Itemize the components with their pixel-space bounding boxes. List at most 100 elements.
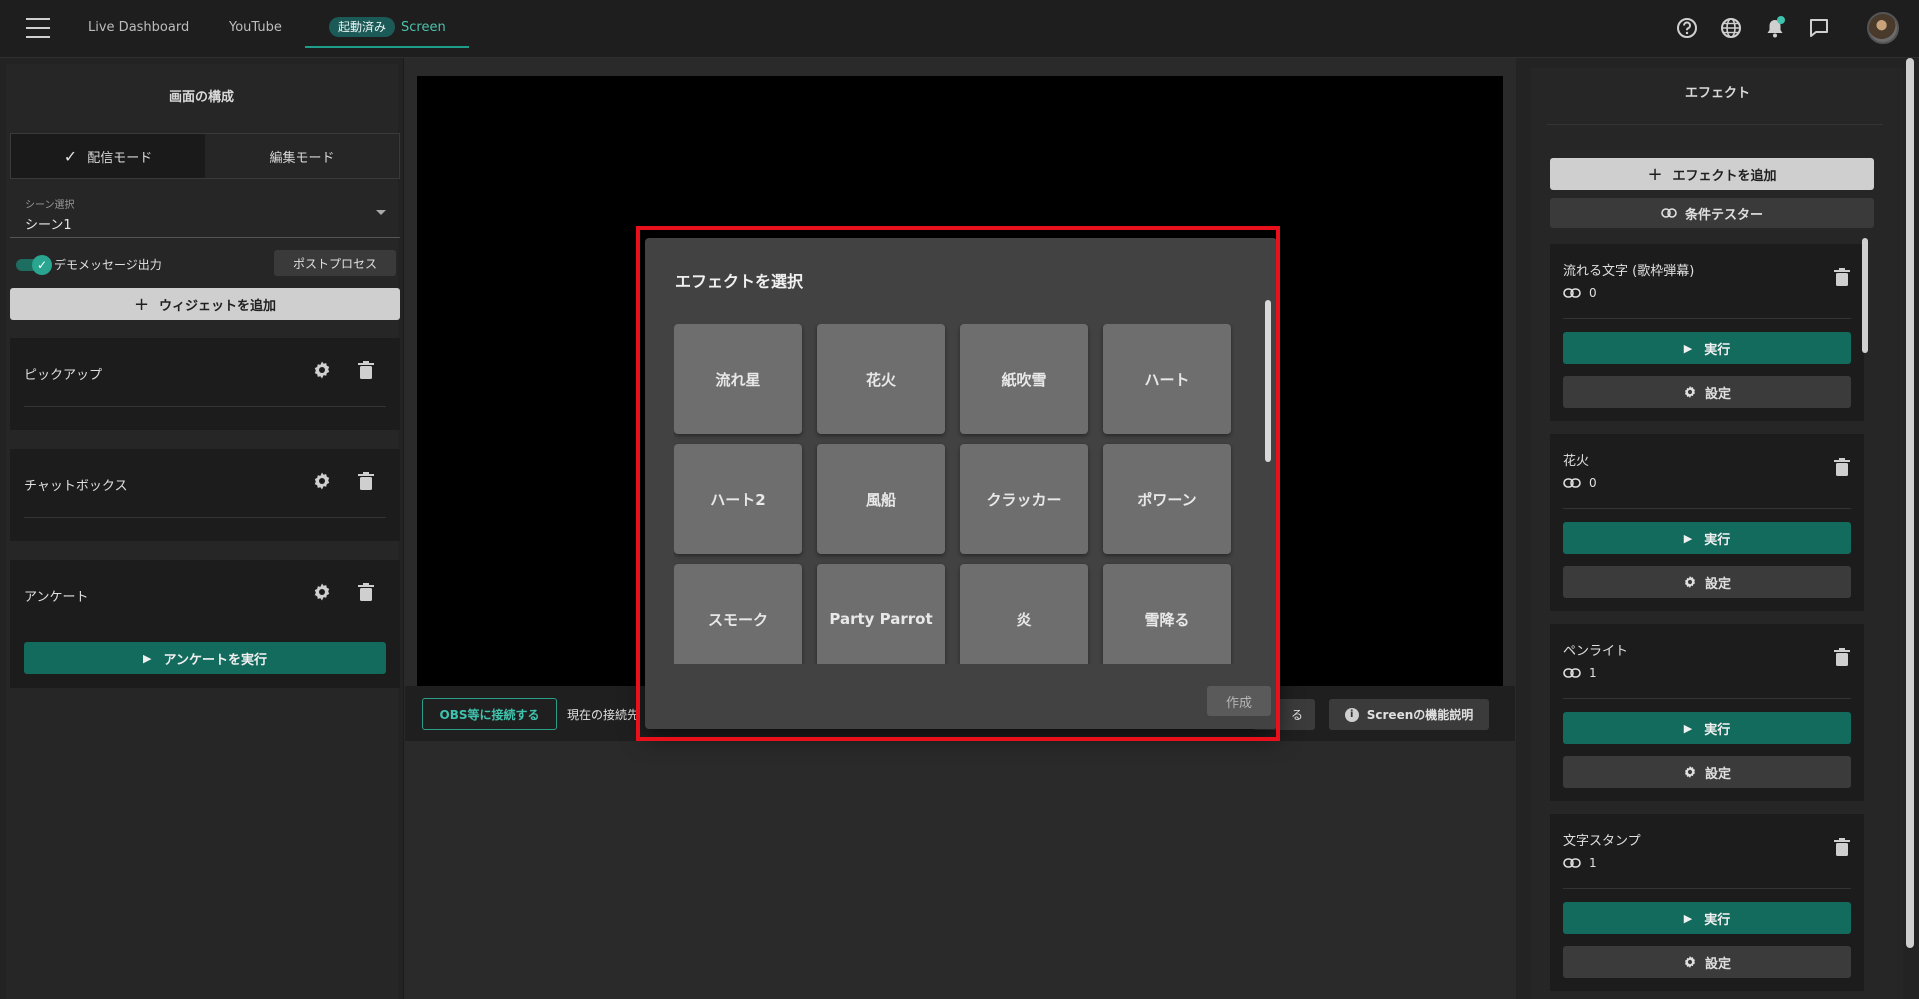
play-icon: ▶ (1683, 721, 1693, 735)
mode-toggle: ✓ 配信モード 編集モード (10, 133, 400, 179)
panel-title: 画面の構成 (168, 90, 234, 105)
gear-icon (1683, 955, 1697, 969)
top-bar: Live Dashboard YouTube 起動済み Screen (0, 0, 1919, 58)
gear-icon[interactable] (310, 358, 334, 382)
trash-icon[interactable] (354, 580, 378, 604)
effect-card: 花火 0 ▶ 実行 設定 (1550, 434, 1864, 611)
notification-dot (1777, 16, 1785, 24)
add-widget-button[interactable]: + ウィジェットを追加 (10, 288, 400, 320)
feedback-chat-icon[interactable] (1805, 14, 1833, 42)
effect-count-value: 0 (1589, 476, 1597, 490)
effect-settings-button[interactable]: 設定 (1563, 566, 1851, 598)
broadcast-mode-button[interactable]: ✓ 配信モード (11, 134, 205, 178)
link-icon (1661, 208, 1677, 218)
effect-divider (1563, 318, 1851, 319)
effect-settings-button[interactable]: 設定 (1563, 946, 1851, 978)
gear-icon[interactable] (310, 469, 334, 493)
link-icon (1563, 288, 1581, 298)
effect-settings-button[interactable]: 設定 (1563, 756, 1851, 788)
effect-link-count: 1 (1563, 666, 1597, 680)
effect-settings-button[interactable]: 設定 (1563, 376, 1851, 408)
postprocess-button[interactable]: ポストプロセス (274, 250, 396, 276)
tab-screen-label: Screen (401, 20, 446, 35)
trash-icon[interactable] (354, 358, 378, 382)
effect-link-count: 0 (1563, 476, 1597, 490)
play-icon: ▶ (1683, 341, 1693, 355)
gear-icon (1683, 385, 1697, 399)
widget-card: アンケート ▶ アンケートを実行 (10, 560, 400, 688)
globe-icon[interactable] (1717, 14, 1745, 42)
add-effect-button[interactable]: + エフェクトを追加 (1550, 158, 1874, 190)
trash-icon[interactable] (354, 469, 378, 493)
gear-icon[interactable] (310, 580, 334, 604)
run-survey-label: アンケートを実行 (163, 652, 267, 668)
running-badge: 起動済み (329, 17, 396, 37)
effect-card: 流れる文字 (歌枠弾幕) 0 ▶ 実行 設定 (1550, 244, 1864, 421)
demo-message-toggle[interactable]: ✓ (14, 255, 52, 275)
widget-divider (24, 517, 386, 518)
link-icon (1563, 858, 1581, 868)
check-icon: ✓ (32, 255, 52, 275)
run-effect-label: 実行 (1704, 722, 1731, 738)
run-effect-label: 実行 (1704, 912, 1731, 928)
effect-divider (1563, 888, 1851, 889)
plus-icon: + (1647, 163, 1663, 185)
effects-title: エフェクト (1684, 86, 1750, 101)
trash-icon[interactable] (1834, 648, 1850, 670)
condition-tester-button[interactable]: 条件テスター (1550, 198, 1874, 228)
gear-icon (1683, 575, 1697, 589)
effect-divider (1563, 698, 1851, 699)
widget-card: ピックアップ (10, 338, 400, 430)
tab-live-dashboard[interactable]: Live Dashboard (88, 0, 189, 48)
effect-name: 流れる文字 (歌枠弾幕) (1563, 264, 1695, 279)
effect-card: ペンライト 1 ▶ 実行 設定 (1550, 624, 1864, 801)
effect-settings-label: 設定 (1704, 766, 1731, 782)
trash-icon[interactable] (1834, 268, 1850, 290)
help-icon[interactable] (1673, 14, 1701, 42)
run-effect-button[interactable]: ▶ 実行 (1563, 902, 1851, 934)
link-icon (1563, 668, 1581, 678)
run-effect-label: 実行 (1704, 532, 1731, 548)
connection-status-text: 現在の接続先 (567, 708, 640, 722)
effect-link-count: 1 (1563, 856, 1597, 870)
effect-count-value: 0 (1589, 286, 1597, 300)
scene-select[interactable]: シーン選択 シーン1 (10, 188, 400, 238)
screen-guide-label: Screenの機能説明 (1366, 708, 1474, 722)
add-widget-label: ウィジェットを追加 (159, 298, 277, 314)
edit-mode-label: 編集モード (269, 150, 335, 166)
edit-mode-button[interactable]: 編集モード (205, 134, 399, 178)
scene-select-value: シーン1 (25, 218, 72, 233)
effect-settings-label: 設定 (1704, 386, 1731, 402)
effect-list-scrollbar[interactable] (1862, 238, 1868, 353)
hamburger-menu-icon[interactable] (26, 18, 50, 38)
run-effect-label: 実行 (1704, 342, 1731, 358)
effects-panel: エフェクト + エフェクトを追加 条件テスター 流れる文字 (歌枠弾幕) 0 ▶ 実… (1516, 58, 1919, 999)
notification-bell-icon[interactable] (1761, 14, 1789, 42)
screen-guide-button[interactable]: i Screenの機能説明 (1329, 699, 1489, 730)
effect-name: ペンライト (1563, 644, 1629, 659)
trash-icon[interactable] (1834, 458, 1850, 480)
highlight-box (636, 226, 1280, 741)
widget-divider (24, 406, 386, 407)
run-effect-button[interactable]: ▶ 実行 (1563, 712, 1851, 744)
tab-screen[interactable]: 起動済み Screen (305, 0, 469, 48)
effects-title-divider (1547, 124, 1883, 125)
page-scrollbar[interactable] (1906, 58, 1914, 948)
dropdown-arrow-icon (376, 210, 386, 215)
add-effect-label: エフェクトを追加 (1672, 168, 1777, 184)
effect-link-count: 0 (1563, 286, 1597, 300)
tab-youtube[interactable]: YouTube (229, 0, 282, 48)
info-icon: i (1344, 707, 1359, 722)
gear-icon (1683, 765, 1697, 779)
scene-select-label: シーン選択 (25, 200, 75, 211)
connect-obs-button[interactable]: OBS等に接続する (422, 698, 557, 730)
run-effect-button[interactable]: ▶ 実行 (1563, 332, 1851, 364)
user-avatar[interactable] (1867, 12, 1899, 44)
trash-icon[interactable] (1834, 838, 1850, 860)
plus-icon: + (133, 293, 150, 315)
scene-config-panel: 画面の構成 ✓ 配信モード 編集モード シーン選択 シーン1 ✓ デモメッセージ出… (0, 58, 404, 999)
widget-name: ピックアップ (24, 368, 103, 383)
run-effect-button[interactable]: ▶ 実行 (1563, 522, 1851, 554)
widget-card: チャットボックス (10, 449, 400, 541)
run-survey-button[interactable]: ▶ アンケートを実行 (24, 642, 386, 674)
